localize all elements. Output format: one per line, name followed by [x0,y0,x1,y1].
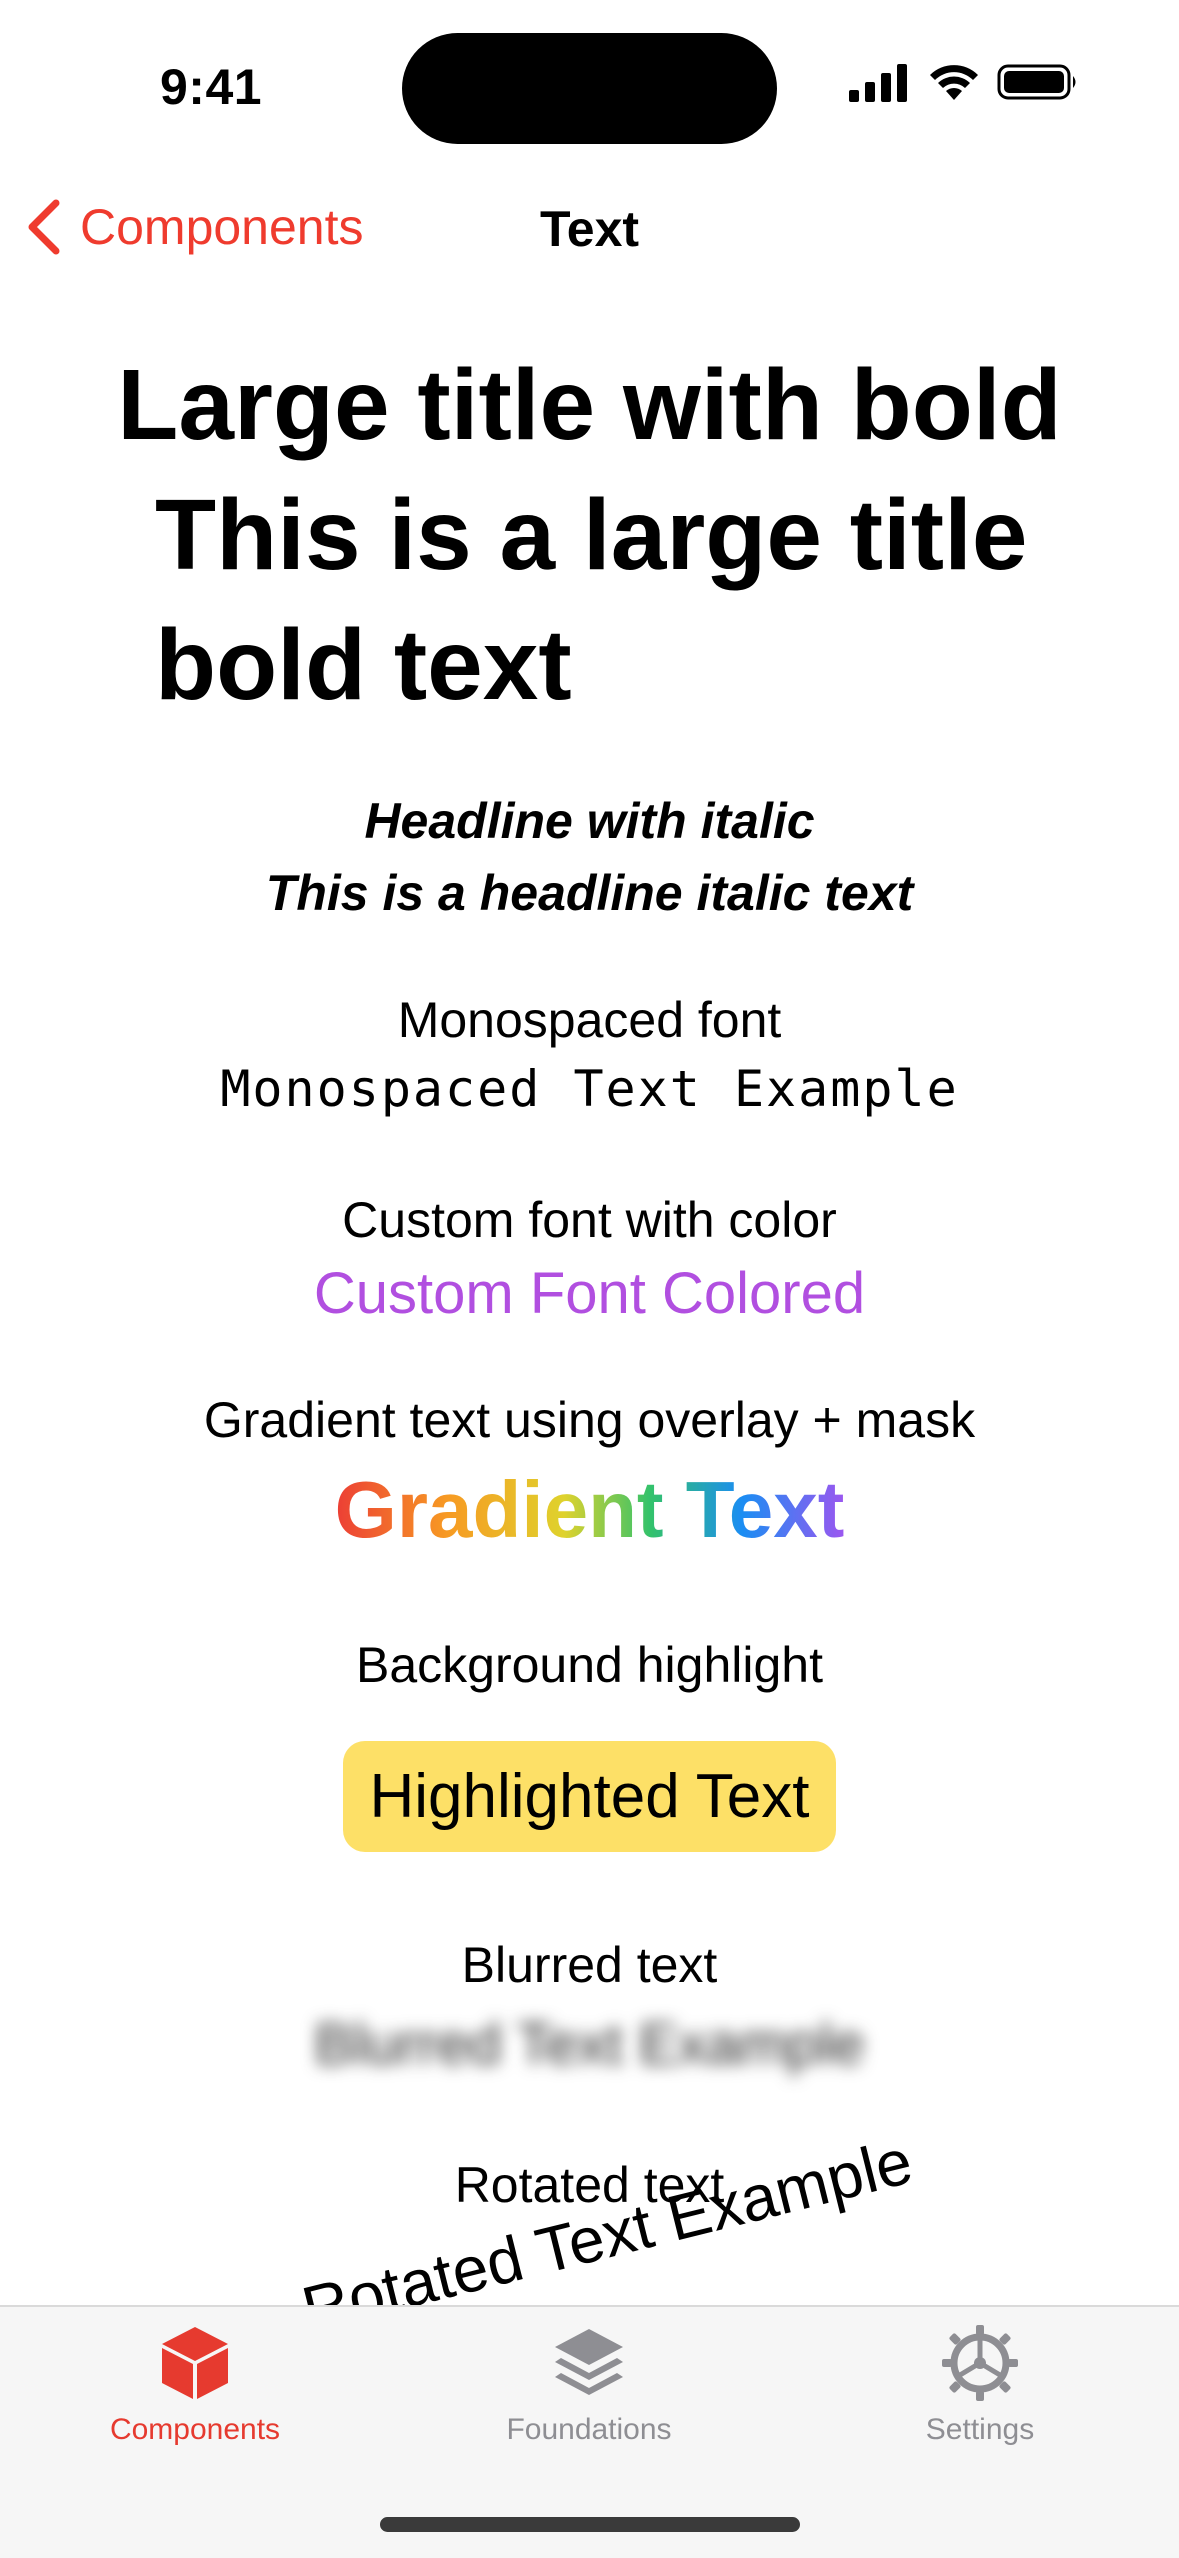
nav-title: Text [539,201,640,257]
large-title-body: This is a large title bold text [155,479,1028,721]
tab-settings-label: Settings [925,2413,1035,2446]
mono-label: Monospaced font [397,992,782,1048]
tab-settings[interactable]: Settings [830,2325,1130,2447]
cellular-signal-icon [849,64,907,102]
custom-font-text: Custom Font Colored [313,1261,866,1326]
layers-icon [555,2329,623,2395]
headline-section: Headline with italic This is a headline … [0,785,1179,929]
status-icons [849,62,1079,102]
gradient-section: Gradient text using overlay + mask Gradi… [0,1390,1179,1556]
dynamic-island [402,33,777,144]
blur-label: Blurred text [461,1937,718,1993]
highlight-section: Background highlight Highlighted Text [0,1635,1179,1852]
large-title: Large title with bold [117,349,1062,461]
tab-components-label: Components [109,2413,281,2446]
headline-label: Headline with italic [364,793,815,849]
gradient-text: Gradient Text [334,1465,845,1554]
mono-section: Monospaced font Monospaced Text Example [0,990,1179,1118]
content-scroll-area[interactable]: Large title with bold This is a large ti… [0,340,1179,2305]
tab-foundations-label: Foundations [506,2413,672,2446]
cube-icon [162,2327,228,2399]
gear-icon [942,2325,1018,2401]
custom-font-label: Custom font with color [342,1192,837,1248]
wifi-icon [930,65,978,100]
battery-icon [997,64,1076,100]
headline-text: This is a headline italic text [265,865,914,921]
highlighted-text: Highlighted Text [343,1741,836,1852]
highlight-label: Background highlight [356,1637,823,1693]
blurred-text: Blurred Text Example [314,2012,865,2077]
blur-section: Blurred text Blurred Text Example [0,1935,1179,2078]
tab-components[interactable]: Components [45,2325,345,2447]
status-time: 9:41 [160,59,263,115]
custom-font-section: Custom font with color Custom Font Color… [0,1190,1179,1327]
gradient-label: Gradient text using overlay + mask [203,1392,976,1448]
mono-text: Monospaced Text Example [220,1060,959,1118]
tab-foundations[interactable]: Foundations [439,2325,739,2447]
rotated-section: Rotated text Rotated Text Example [0,2125,1179,2305]
home-indicator[interactable] [380,2517,800,2532]
